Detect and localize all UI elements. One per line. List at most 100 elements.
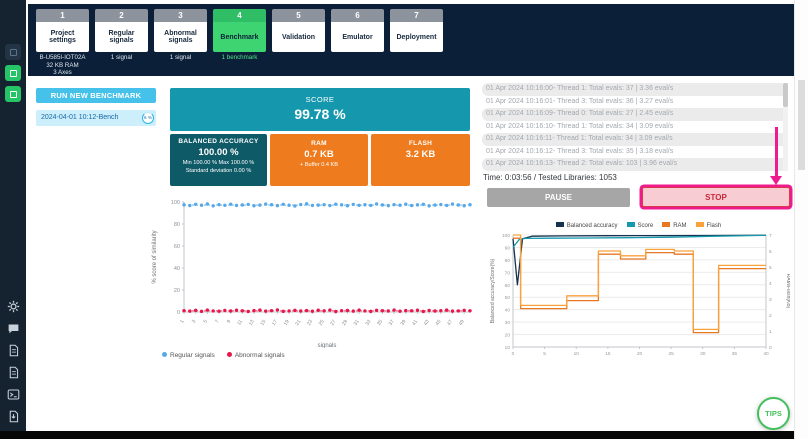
legend-item[interactable]: Score (626, 222, 653, 229)
document-icon[interactable] (7, 366, 20, 379)
chat-icon[interactable] (7, 322, 20, 335)
pause-button[interactable]: PAUSE (487, 188, 630, 207)
step-benchmark[interactable]: 4 Benchmark 1 benchmark (213, 9, 266, 76)
benchmark-item-name: 2024-04-01 10:12-Bench (41, 114, 119, 121)
svg-text:30: 30 (505, 320, 511, 326)
benchmark-list-item[interactable]: 2024-04-01 10:12-Bench 6 % (36, 110, 156, 126)
svg-text:29: 29 (341, 319, 349, 327)
svg-text:10: 10 (505, 345, 511, 351)
svg-text:15: 15 (605, 351, 611, 357)
svg-text:100: 100 (171, 200, 180, 206)
svg-text:30: 30 (700, 351, 706, 357)
step-deployment[interactable]: 7 Deployment (390, 9, 443, 76)
annotation-arrow-line (775, 127, 778, 176)
metric-value: 0.7 KB (304, 149, 334, 160)
similarity-legend: Regular signals Abnormal signals (162, 352, 285, 359)
svg-text:23: 23 (306, 319, 314, 327)
svg-text:1: 1 (769, 329, 772, 335)
svg-text:7: 7 (769, 233, 772, 239)
svg-text:45: 45 (434, 319, 442, 327)
tips-button[interactable]: TIPS (757, 397, 790, 430)
log-line: 01 Apr 2024 10:16:01- Thread 3: Total ev… (486, 97, 674, 105)
svg-text:20: 20 (174, 288, 180, 294)
score-card: SCORE 99.78 % (170, 88, 470, 131)
terminal-icon[interactable] (7, 388, 20, 401)
svg-text:RAM/Flash(KB): RAM/Flash(KB) (785, 274, 790, 309)
log-line: 01 Apr 2024 10:16:00- Thread 1: Total ev… (482, 83, 788, 96)
svg-text:41: 41 (411, 319, 419, 327)
app-logo-icon[interactable] (5, 44, 21, 60)
step-number: 7 (390, 9, 443, 22)
legend-swatch-icon (695, 222, 704, 227)
svg-text:Balanced accuracy/Score(%): Balanced accuracy/Score(%) (490, 258, 496, 323)
step-label: Benchmark (213, 22, 266, 52)
step-abnormal-signals[interactable]: 3 Abnormal signals 1 signal (154, 9, 207, 76)
svg-text:4: 4 (769, 281, 772, 287)
svg-text:31: 31 (353, 319, 361, 327)
svg-text:27: 27 (329, 319, 337, 327)
legend-item[interactable]: Abnormal signals (226, 352, 285, 359)
svg-text:90: 90 (505, 245, 511, 251)
legend-swatch-icon (662, 222, 671, 227)
ram-card: RAM 0.7 KB + Buffer 0.4 KB (270, 134, 368, 186)
step-validation[interactable]: 5 Validation (272, 9, 325, 76)
legend-item[interactable]: RAM (662, 222, 687, 229)
benchmark-progress-spinner: 6 % (142, 112, 154, 124)
settings-icon[interactable] (7, 300, 20, 313)
step-regular-signals[interactable]: 2 Regular signals 1 signal (95, 9, 148, 76)
step-number: 4 (213, 9, 266, 22)
step-subtext: 1 benchmark (221, 54, 258, 61)
legend-item[interactable]: Balanced accuracy (555, 222, 618, 229)
run-new-benchmark-button[interactable]: RUN NEW BENCHMARK (36, 88, 156, 103)
svg-text:13: 13 (248, 319, 256, 327)
svg-text:signals: signals (318, 343, 337, 348)
log-scrollbar-thumb[interactable] (783, 83, 788, 107)
legend-item[interactable]: Flash (695, 222, 721, 229)
benchmark-legend: Balanced accuracy Score RAM Flash (487, 222, 790, 229)
window-scrollbar[interactable] (794, 0, 808, 439)
log-scrollbar[interactable] (783, 83, 788, 171)
benchmark-status-text: Time: 0:03:56 / Tested Libraries: 1053 (483, 173, 617, 182)
svg-text:35: 35 (376, 319, 384, 327)
svg-text:0: 0 (512, 351, 515, 357)
step-label: Deployment (390, 22, 443, 52)
project-indicator-icon[interactable] (5, 86, 21, 102)
sidebar-top-group (0, 44, 26, 102)
svg-text:17: 17 (271, 319, 279, 327)
legend-swatch-icon (626, 222, 635, 227)
svg-text:25: 25 (318, 319, 326, 327)
step-emulator[interactable]: 6 Emulator (331, 9, 384, 76)
svg-text:80: 80 (174, 222, 180, 228)
svg-text:5: 5 (543, 351, 546, 357)
benchmark-chart-container: Balanced accuracy Score RAM Flash 10 20 30 40 5… (487, 222, 791, 365)
svg-text:60: 60 (505, 283, 511, 289)
document-icon[interactable] (7, 344, 20, 357)
window-scrollbar-thumb[interactable] (798, 80, 805, 170)
svg-text:40: 40 (505, 308, 511, 314)
svg-text:40: 40 (763, 351, 769, 357)
svg-text:47: 47 (446, 319, 454, 327)
project-indicator-icon[interactable] (5, 65, 21, 81)
svg-text:5: 5 (202, 319, 209, 325)
benchmark-chart: 102030405060708090100012345670 5 10 15 20 25 3… (490, 233, 791, 357)
step-project-settings[interactable]: 1 Project settings B-U585I-IOT02A 32 KB … (36, 9, 89, 76)
svg-text:70: 70 (505, 270, 511, 276)
metric-value: 3.2 KB (405, 149, 436, 160)
svg-text:49: 49 (458, 319, 466, 327)
svg-text:25: 25 (668, 351, 674, 357)
export-icon[interactable] (7, 410, 20, 423)
legend-item[interactable]: Regular signals (162, 352, 215, 359)
similarity-chart: 0204060801001 3 5 7 9 11 13 15 17 19 21 23 25 27 29 31 3… (152, 200, 472, 349)
svg-text:80: 80 (505, 258, 511, 264)
app-window: 1 Project settings B-U585I-IOT02A 32 KB … (0, 0, 808, 439)
svg-text:3: 3 (191, 319, 198, 325)
log-line: 01 Apr 2024 10:16:10- Thread 1: Total ev… (486, 122, 674, 130)
benchmark-log: 01 Apr 2024 10:16:00- Thread 1: Total ev… (482, 83, 788, 171)
svg-text:21: 21 (294, 319, 302, 327)
flash-card: FLASH 3.2 KB (371, 134, 470, 186)
stop-button[interactable]: STOP (642, 187, 790, 207)
svg-text:0: 0 (769, 345, 772, 351)
log-line: 01 Apr 2024 10:16:11- Thread 1: Total ev… (482, 133, 788, 146)
step-label: Emulator (331, 22, 384, 52)
step-label: Validation (272, 22, 325, 52)
